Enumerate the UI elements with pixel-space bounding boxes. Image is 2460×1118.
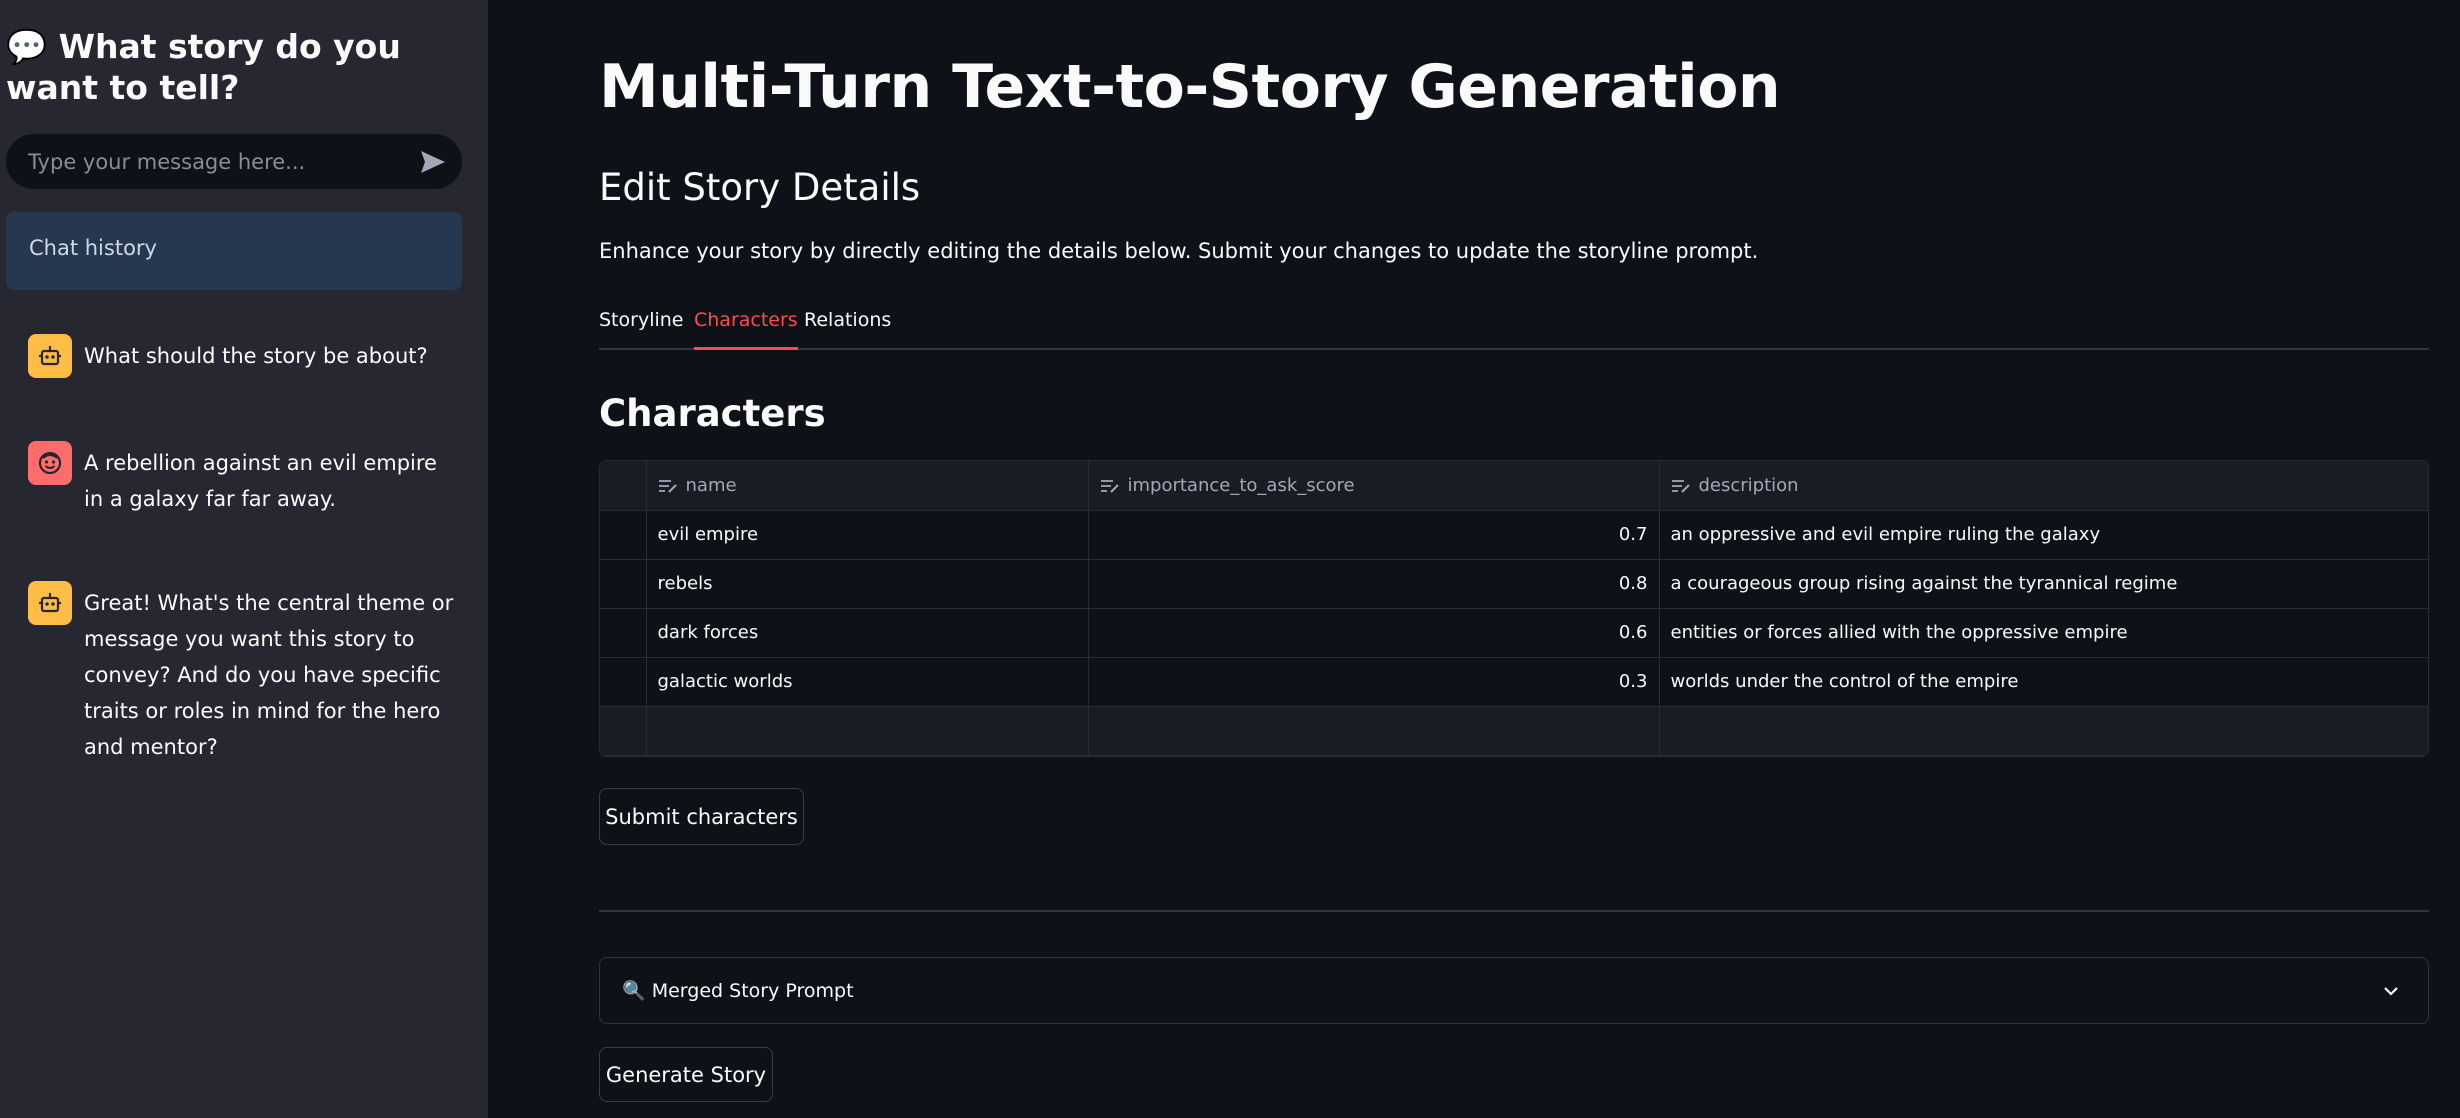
edit-column-icon (1671, 479, 1690, 493)
robot-icon (28, 581, 72, 625)
smiley-icon (28, 441, 72, 485)
tab-characters[interactable]: Characters (694, 309, 798, 350)
cell-name[interactable]: rebels (646, 559, 1089, 609)
expander-label: 🔍 Merged Story Prompt (622, 980, 854, 1002)
cell-name[interactable]: galactic worlds (646, 657, 1089, 707)
robot-icon (28, 334, 72, 378)
chat-input[interactable] (28, 134, 398, 189)
empty-cell[interactable] (1088, 706, 1660, 756)
chat-input-container (6, 134, 462, 189)
row-index-cell[interactable] (600, 706, 647, 756)
column-header-name[interactable]: name (646, 461, 1089, 511)
chat-message-text: What should the story be about? (84, 344, 428, 368)
main-content: Multi-Turn Text-to-Story Generation Edit… (488, 0, 2460, 1118)
send-icon (421, 151, 445, 173)
chat-message-assistant: Great! What's the central theme or messa… (28, 581, 458, 759)
edit-column-icon (1100, 479, 1119, 493)
tab-relations[interactable]: Relations (804, 309, 891, 350)
sidebar: 💬 What story do you want to tell? Chat h… (0, 0, 488, 1118)
characters-data-editor: name importance_to_ask_score description… (599, 460, 2429, 757)
merged-story-prompt-expander[interactable]: 🔍 Merged Story Prompt (599, 957, 2429, 1024)
sidebar-title-text: What story do you want to tell? (6, 27, 401, 108)
cell-description[interactable]: worlds under the control of the empire (1659, 657, 2428, 707)
column-header-description[interactable]: description (1659, 461, 2428, 511)
divider (599, 910, 2429, 912)
table-row: evil empire 0.7 an oppressive and evil e… (600, 510, 2428, 560)
chevron-down-icon (2384, 987, 2398, 996)
submit-characters-button[interactable]: Submit characters (599, 788, 804, 845)
chat-history-label: Chat history (29, 236, 157, 260)
chat-message-user: A rebellion against an evil empire in a … (28, 441, 458, 521)
generate-story-button[interactable]: Generate Story (599, 1047, 773, 1102)
chat-message-assistant: What should the story be about? (28, 334, 458, 384)
cell-description[interactable]: an oppressive and evil empire ruling the… (1659, 510, 2428, 560)
cell-name[interactable]: dark forces (646, 608, 1089, 658)
cell-description[interactable]: a courageous group rising against the ty… (1659, 559, 2428, 609)
magnifier-icon: 🔍 (622, 980, 646, 1002)
row-index-header (600, 461, 647, 511)
speech-bubble-icon: 💬 (6, 27, 48, 66)
add-row[interactable] (600, 706, 2428, 756)
page-title: Multi-Turn Text-to-Story Generation (599, 52, 1781, 122)
column-header-importance[interactable]: importance_to_ask_score (1088, 461, 1660, 511)
row-index-cell[interactable] (600, 559, 647, 609)
cell-importance[interactable]: 0.7 (1088, 510, 1660, 560)
cell-importance[interactable]: 0.6 (1088, 608, 1660, 658)
edit-column-icon (658, 479, 677, 493)
chat-message-text: Great! What's the central theme or messa… (84, 591, 454, 759)
table-row: rebels 0.8 a courageous group rising aga… (600, 559, 2428, 609)
cell-name[interactable]: evil empire (646, 510, 1089, 560)
table-row: galactic worlds 0.3 worlds under the con… (600, 657, 2428, 707)
tab-storyline[interactable]: Storyline (599, 309, 683, 350)
chat-history-header: Chat history (6, 212, 462, 290)
cell-importance[interactable]: 0.3 (1088, 657, 1660, 707)
row-index-cell[interactable] (600, 510, 647, 560)
cell-importance[interactable]: 0.8 (1088, 559, 1660, 609)
table-row: dark forces 0.6 entities or forces allie… (600, 608, 2428, 658)
description-text: Enhance your story by directly editing t… (599, 239, 1759, 263)
sidebar-title: 💬 What story do you want to tell? (6, 26, 476, 109)
empty-cell[interactable] (1659, 706, 2428, 756)
tab-bar: Storyline Characters Relations (599, 306, 2429, 350)
row-index-cell[interactable] (600, 608, 647, 658)
section-subheader: Edit Story Details (599, 166, 921, 209)
cell-description[interactable]: entities or forces allied with the oppre… (1659, 608, 2428, 658)
empty-cell[interactable] (646, 706, 1089, 756)
send-button[interactable] (418, 147, 448, 177)
characters-heading: Characters (599, 392, 826, 435)
chat-message-text: A rebellion against an evil empire in a … (84, 451, 437, 511)
row-index-cell[interactable] (600, 657, 647, 707)
table-header-row: name importance_to_ask_score description (600, 461, 2428, 511)
